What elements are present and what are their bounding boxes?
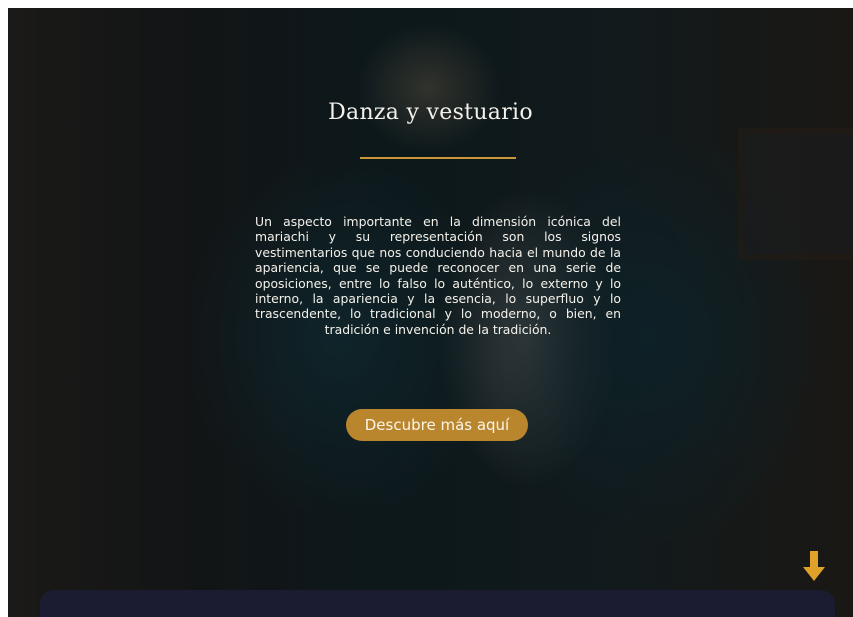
section-description: Un aspecto importante en la dimensión ic… (255, 214, 621, 337)
section-title: Danza y vestuario (328, 100, 533, 125)
hero-section: Danza y vestuario Un aspecto importante … (8, 8, 853, 617)
bottom-panel (40, 590, 835, 617)
arrow-down-icon[interactable] (803, 551, 825, 583)
discover-more-button[interactable]: Descubre más aquí (346, 409, 528, 441)
title-divider (360, 157, 516, 159)
hero-content: Danza y vestuario Un aspecto importante … (8, 8, 853, 617)
